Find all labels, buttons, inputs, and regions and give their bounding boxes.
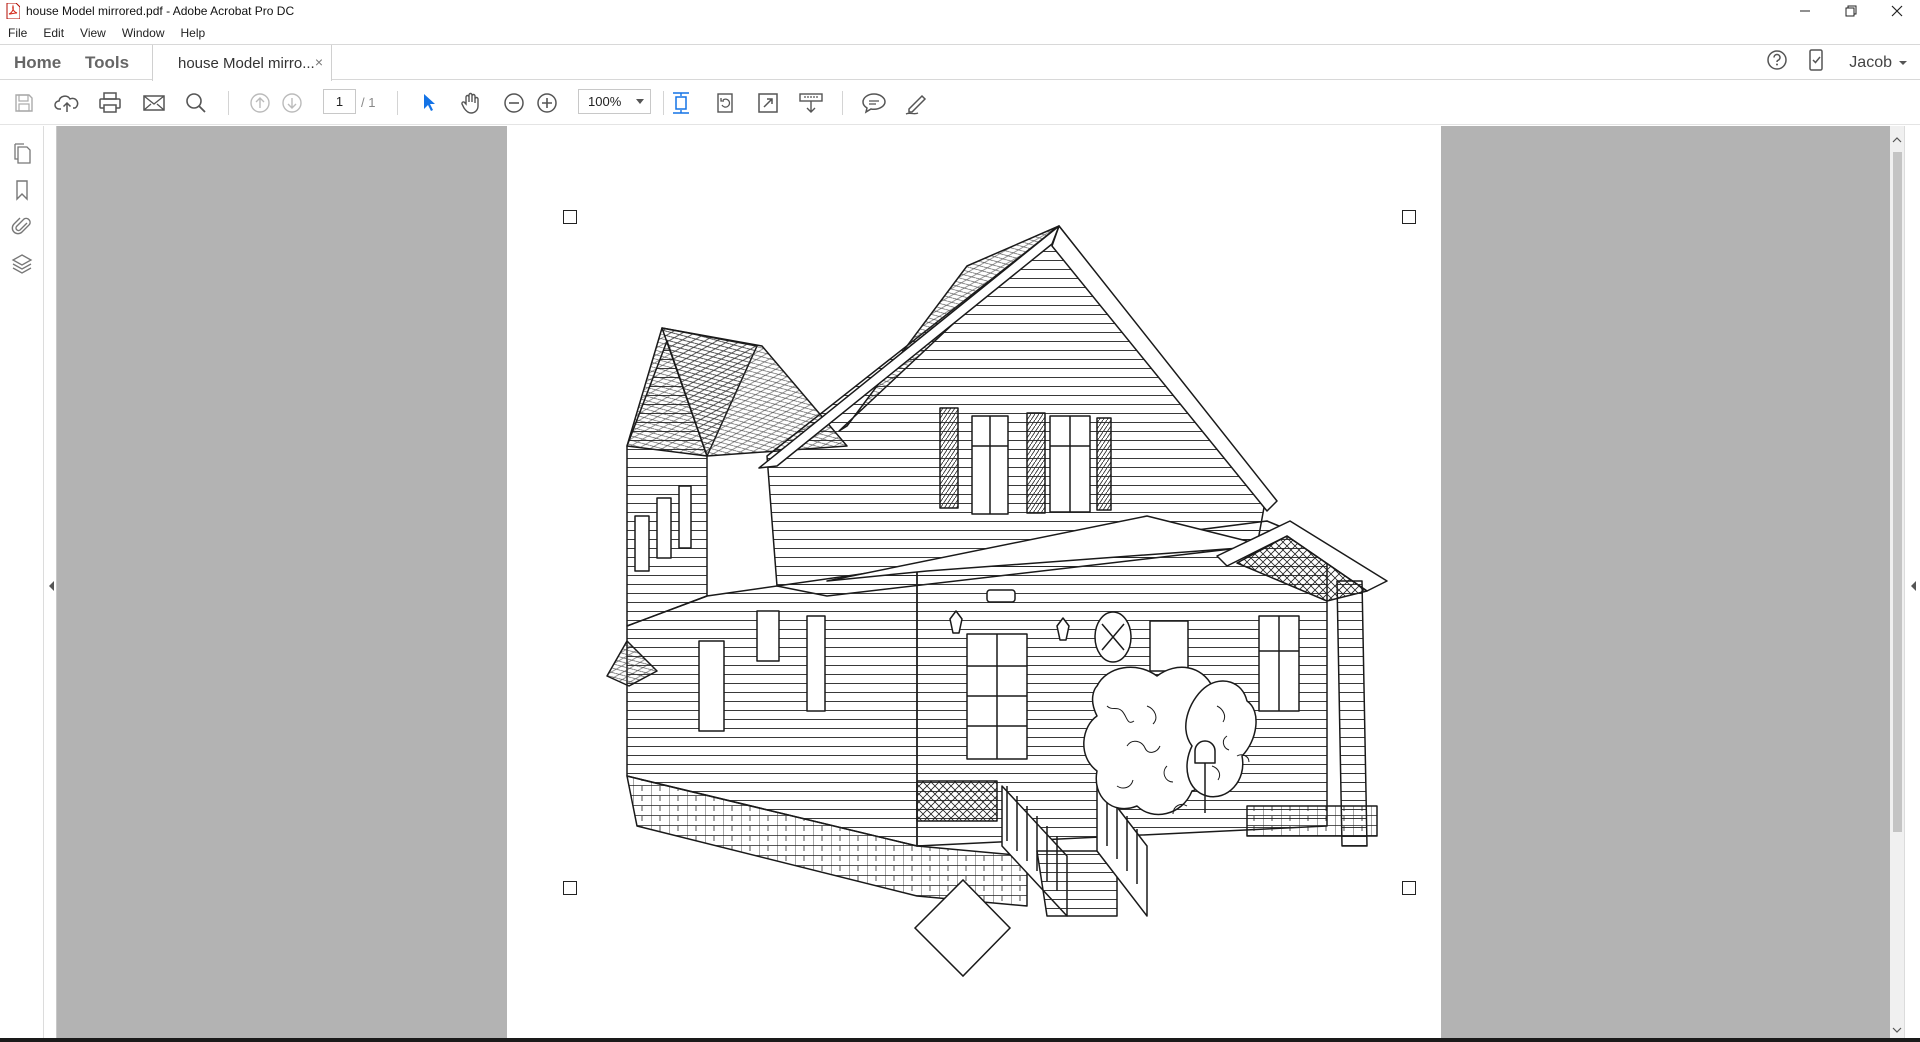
email-icon[interactable] bbox=[140, 89, 168, 117]
prev-page-icon[interactable] bbox=[246, 89, 274, 117]
tab-document[interactable]: house Model mirro... × bbox=[152, 45, 332, 81]
window-title: house Model mirrored.pdf - Adobe Acrobat… bbox=[26, 4, 295, 18]
close-window-button[interactable] bbox=[1874, 0, 1920, 22]
fit-page-icon[interactable] bbox=[667, 89, 695, 117]
pdf-page[interactable] bbox=[507, 126, 1441, 1042]
rotate-icon[interactable] bbox=[711, 89, 739, 117]
menu-window[interactable]: Window bbox=[114, 26, 173, 40]
page-number-input[interactable]: 1 bbox=[323, 89, 356, 114]
sign-pen-icon[interactable] bbox=[902, 89, 930, 117]
menu-help[interactable]: Help bbox=[173, 26, 214, 40]
select-cursor-icon[interactable] bbox=[415, 89, 443, 117]
main-toolbar: 1 / 1 100% bbox=[0, 81, 1920, 125]
tab-bar: Home Tools house Model mirro... × Jacob bbox=[0, 44, 1920, 81]
acrobat-pdf-icon bbox=[6, 2, 21, 20]
save-icon[interactable] bbox=[10, 89, 38, 117]
attachment-icon[interactable] bbox=[10, 214, 34, 238]
tab-home[interactable]: Home bbox=[14, 45, 61, 80]
taskbar-edge bbox=[0, 1038, 1920, 1042]
upload-cloud-icon[interactable] bbox=[53, 89, 81, 117]
document-canvas[interactable] bbox=[57, 126, 1890, 1042]
menu-file[interactable]: File bbox=[0, 26, 35, 40]
tab-document-label: house Model mirro... bbox=[178, 54, 315, 72]
next-page-icon[interactable] bbox=[278, 89, 306, 117]
vertical-scrollbar[interactable] bbox=[1890, 126, 1904, 1042]
right-panel-toggle[interactable] bbox=[1904, 126, 1920, 1042]
scroll-down-icon[interactable] bbox=[1890, 1024, 1904, 1036]
menu-edit[interactable]: Edit bbox=[35, 26, 72, 40]
page-total: / 1 bbox=[361, 95, 376, 110]
zoom-select[interactable]: 100% bbox=[578, 89, 651, 114]
mobile-link-icon[interactable] bbox=[1808, 49, 1824, 76]
zoom-in-icon[interactable] bbox=[533, 89, 561, 117]
user-account-menu[interactable]: Jacob bbox=[1849, 54, 1908, 72]
expand-right-panel-icon bbox=[1911, 581, 1916, 591]
read-mode-icon[interactable] bbox=[797, 89, 825, 117]
chevron-down-icon bbox=[636, 99, 644, 104]
tab-tools[interactable]: Tools bbox=[85, 45, 129, 80]
search-icon[interactable] bbox=[182, 89, 210, 117]
help-circle-icon[interactable] bbox=[1766, 49, 1788, 76]
close-tab-icon[interactable]: × bbox=[315, 54, 323, 70]
bookmark-icon[interactable] bbox=[10, 178, 34, 202]
hand-icon[interactable] bbox=[457, 89, 485, 117]
layers-icon[interactable] bbox=[10, 252, 34, 276]
zoom-out-icon[interactable] bbox=[500, 89, 528, 117]
minimize-button[interactable] bbox=[1782, 0, 1828, 22]
full-screen-icon[interactable] bbox=[754, 89, 782, 117]
house-drawing bbox=[606, 225, 1388, 978]
menu-view[interactable]: View bbox=[72, 26, 114, 40]
title-bar: house Model mirrored.pdf - Adobe Acrobat… bbox=[0, 0, 1920, 22]
scroll-up-icon[interactable] bbox=[1890, 134, 1904, 146]
left-navigation-panel bbox=[0, 126, 44, 1042]
left-panel-collapse[interactable] bbox=[44, 126, 57, 1042]
menu-bar: File Edit View Window Help bbox=[0, 22, 1920, 44]
zoom-value: 100% bbox=[588, 94, 622, 109]
user-name: Jacob bbox=[1849, 53, 1892, 71]
restore-button[interactable] bbox=[1828, 0, 1874, 22]
comment-icon[interactable] bbox=[860, 89, 888, 117]
scrollbar-thumb[interactable] bbox=[1893, 152, 1902, 832]
print-icon[interactable] bbox=[96, 89, 124, 117]
pages-icon[interactable] bbox=[10, 142, 34, 166]
